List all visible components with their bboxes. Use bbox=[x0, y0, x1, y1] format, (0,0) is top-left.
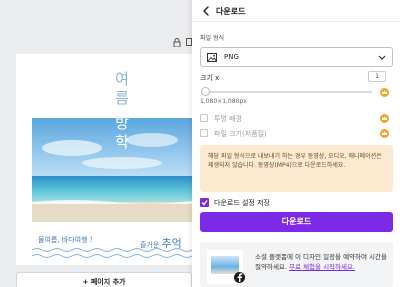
file-type-label: 파일 형식 bbox=[200, 35, 224, 42]
caption-left[interactable]: 물여름, 바다여행 ! bbox=[38, 235, 93, 245]
crown-icon bbox=[380, 114, 389, 123]
panel-header: 다운로드 bbox=[192, 0, 400, 22]
download-panel: 다운로드 파일 형식 PNG 크기 x 1 1,080×1,080px 투명 배… bbox=[192, 0, 400, 287]
download-button[interactable]: 다운로드 bbox=[200, 212, 393, 232]
size-label: 크기 x bbox=[200, 74, 220, 82]
title-char: 학 bbox=[115, 133, 129, 151]
crown-icon bbox=[380, 88, 389, 97]
size-slider[interactable] bbox=[201, 87, 372, 96]
lock-icon[interactable] bbox=[173, 38, 181, 50]
free-trial-link[interactable]: 무료 체험을 시작하세요. bbox=[289, 263, 355, 271]
title-char: 여 bbox=[115, 70, 129, 88]
title-char: 름 bbox=[115, 89, 129, 107]
design-page[interactable]: 여 름 방 학 물여름, 바다여행 ! 즐거운 추억 bbox=[16, 54, 192, 265]
option-label: 투명 배경 bbox=[214, 115, 242, 123]
crown-icon bbox=[380, 129, 389, 138]
facebook-icon bbox=[234, 272, 245, 283]
dimensions-text: 1,080×1,080px bbox=[200, 98, 247, 105]
save-settings-label: 다운로드 설정 저장 bbox=[214, 199, 270, 207]
add-page-button[interactable]: + 페이지 추가 bbox=[16, 272, 192, 287]
promo-card: 소셜 플랫폼에 이 디자인 일정을 예약하여 시간을 절약하세요. 무료 체험을… bbox=[200, 242, 393, 287]
promo-text: 소셜 플랫폼에 이 디자인 일정을 예약하여 시간을 절약하세요. 무료 체험을… bbox=[255, 252, 390, 272]
vertical-title[interactable]: 여 름 방 학 bbox=[108, 70, 136, 152]
slider-knob[interactable] bbox=[201, 87, 211, 96]
file-type-select[interactable]: PNG bbox=[200, 47, 393, 67]
option-label: 파일 크기(저품질) bbox=[214, 130, 267, 138]
slider-track bbox=[202, 91, 372, 93]
checkbox[interactable] bbox=[200, 129, 208, 137]
checkbox[interactable] bbox=[200, 114, 208, 122]
checkbox-checked[interactable] bbox=[200, 198, 209, 207]
size-input[interactable]: 1 bbox=[368, 71, 386, 82]
page-header bbox=[0, 36, 192, 50]
wave-decoration bbox=[32, 248, 192, 258]
title-char: 방 bbox=[115, 114, 129, 132]
panel-title: 다운로드 bbox=[216, 7, 246, 16]
image-icon bbox=[207, 53, 217, 62]
file-type-value: PNG bbox=[224, 53, 239, 61]
thumbnail-image bbox=[211, 256, 239, 274]
chevron-down-icon bbox=[378, 55, 386, 60]
notice-box: 해당 파일 형식으로 내보내기 하는 경우 동영상, 오디오, 애니메이션은 제… bbox=[200, 145, 393, 192]
back-arrow-icon[interactable] bbox=[200, 5, 212, 17]
editor-canvas-area: 여 름 방 학 물여름, 바다여행 ! 즐거운 추억 + 페이지 추가 bbox=[0, 0, 192, 287]
